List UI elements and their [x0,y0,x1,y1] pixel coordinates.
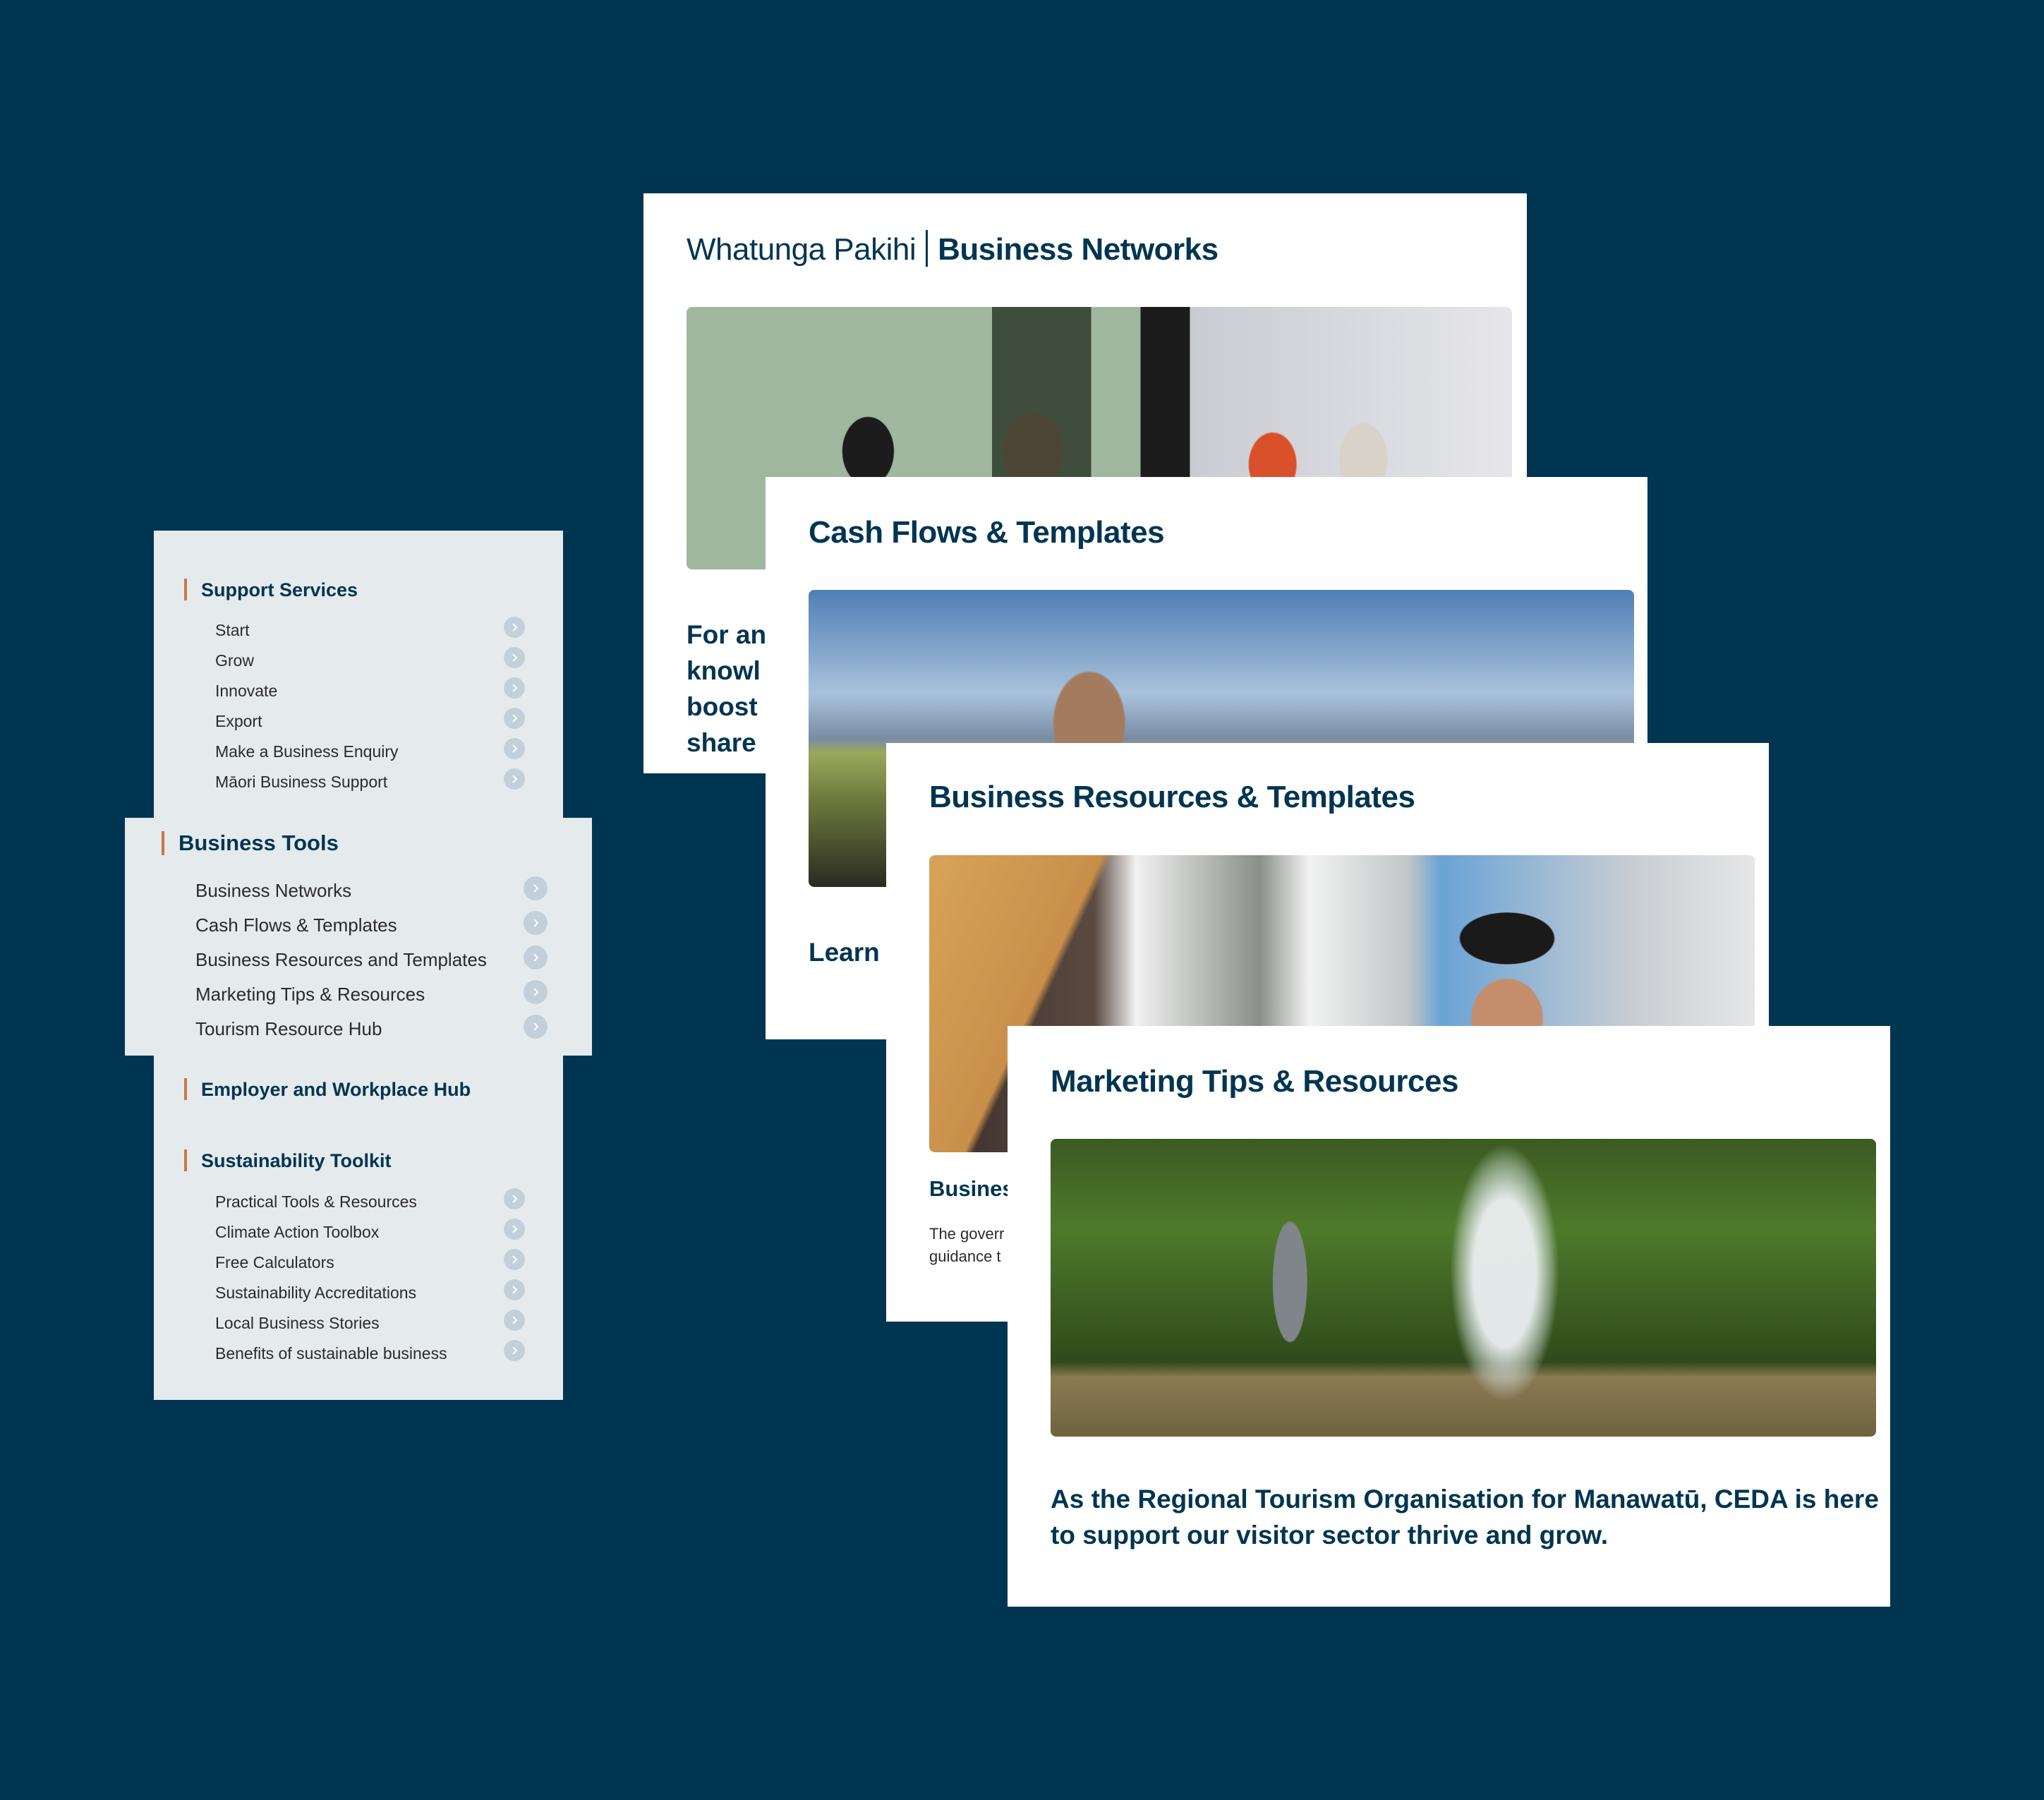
card-intro-text: As the Regional Tourism Organisation for… [1051,1481,1879,1553]
text-line: guidance t [929,1248,1001,1265]
sidebar-item-sustainability-accreditations[interactable]: Sustainability Accreditations [215,1282,416,1303]
sidebar-item-maori-business-support[interactable]: Māori Business Support [215,771,387,792]
text-line: The goverr [929,1225,1005,1243]
chevron-right-icon[interactable] [504,1249,525,1270]
chevron-right-icon[interactable] [504,617,525,638]
sidebar-section-business-tools[interactable]: Business Tools [162,830,339,857]
text-line: Learn [809,938,880,967]
card-intro-text: Learn [809,934,880,970]
chevron-right-icon[interactable] [504,1340,525,1361]
sidebar-item-start[interactable]: Start [215,620,250,641]
sidebar-item-climate-action-toolbox[interactable]: Climate Action Toolbox [215,1221,379,1243]
card-intro-text: For an knowl boost share [687,617,766,761]
chevron-right-icon[interactable] [524,946,548,970]
text-line: to support our visitor sector thrive and… [1051,1521,1609,1550]
card-description: The goverr guidance t [929,1223,1004,1268]
chevron-right-icon[interactable] [504,1310,525,1331]
card-title: Business Resources & Templates [929,780,1415,814]
text-line: For an [687,620,767,649]
title-separator [926,230,929,267]
sidebar-item-tourism-resource-hub[interactable]: Tourism Resource Hub [195,1018,382,1039]
waterfall-hiker-photo [1051,1139,1876,1437]
text-line: share [687,728,756,757]
sidebar-item-export[interactable]: Export [215,711,262,732]
chevron-right-icon[interactable] [524,1015,548,1039]
sidebar-item-benefits-sustainable-business[interactable]: Benefits of sustainable business [215,1343,447,1364]
text-line: boost [687,692,758,721]
card-title: Cash Flows & Templates [809,515,1165,550]
sidebar-item-business-enquiry[interactable]: Make a Business Enquiry [215,741,399,762]
text-line: knowl [687,656,761,685]
chevron-right-icon[interactable] [504,647,525,668]
sidebar-item-practical-tools[interactable]: Practical Tools & Resources [215,1191,417,1212]
sidebar-item-cash-flows[interactable]: Cash Flows & Templates [195,914,397,936]
card-title: Whatunga Pakihi Business Networks [687,230,1218,269]
card-title-prefix: Whatunga Pakihi [687,232,917,267]
chevron-right-icon[interactable] [524,911,548,935]
chevron-right-icon[interactable] [504,677,525,699]
chevron-right-icon[interactable] [504,1279,525,1300]
text-line: As the Regional Tourism Organisation for… [1051,1485,1879,1514]
chevron-right-icon[interactable] [504,1219,525,1240]
chevron-right-icon[interactable] [504,738,525,759]
sidebar-item-marketing-tips[interactable]: Marketing Tips & Resources [195,984,425,1005]
card-marketing-tips[interactable]: Marketing Tips & Resources As the Region… [1008,1026,1890,1607]
sidebar-section-employer-hub[interactable]: Employer and Workplace Hub [184,1077,471,1101]
sidebar-item-local-business-stories[interactable]: Local Business Stories [215,1312,380,1334]
chevron-right-icon[interactable] [524,980,548,1004]
card-subheading: Busines [929,1176,1015,1201]
card-title: Marketing Tips & Resources [1051,1064,1458,1099]
sidebar-section-sustainability-toolkit[interactable]: Sustainability Toolkit [184,1149,392,1173]
sidebar-item-grow[interactable]: Grow [215,650,254,671]
sidebar-item-business-networks[interactable]: Business Networks [195,880,351,901]
chevron-right-icon[interactable] [524,876,548,900]
sidebar-item-free-calculators[interactable]: Free Calculators [215,1252,334,1273]
chevron-right-icon[interactable] [504,1188,525,1209]
sidebar-item-innovate[interactable]: Innovate [215,680,277,701]
sidebar-section-support-services[interactable]: Support Services [184,578,358,602]
chevron-right-icon[interactable] [504,768,525,790]
card-title-main: Business Networks [938,232,1218,267]
chevron-right-icon[interactable] [504,708,525,729]
sidebar-item-business-resources[interactable]: Business Resources and Templates [195,949,487,970]
